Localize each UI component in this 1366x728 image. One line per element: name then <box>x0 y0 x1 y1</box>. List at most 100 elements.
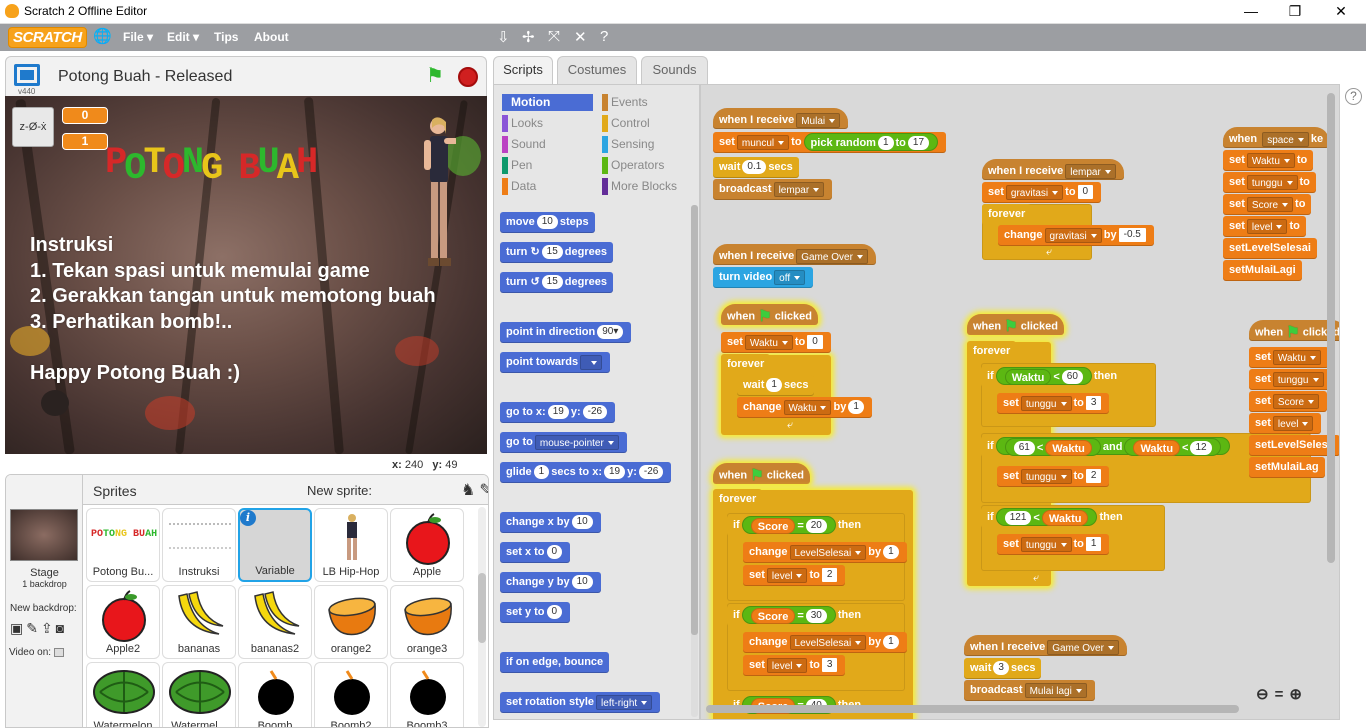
block-dropdown[interactable]: gravitasi <box>1044 227 1102 243</box>
block-input[interactable]: 1 <box>766 378 782 393</box>
block-input[interactable]: 61 <box>1013 441 1035 456</box>
reporter-equals[interactable]: Score = 30 <box>741 606 836 625</box>
hat-when-flag-clicked[interactable]: when ⚑ clicked <box>721 304 819 325</box>
sprite-library-icon[interactable]: ♞ <box>461 482 479 499</box>
globe-icon[interactable]: 🌐 <box>93 27 112 45</box>
block-input[interactable]: 3 <box>821 658 838 673</box>
restore-button[interactable]: ❐ <box>1272 0 1318 24</box>
block-forever[interactable]: forever <box>967 341 1017 362</box>
script-area[interactable]: when I receive Mulai set muncul to pick rand… <box>700 84 1340 720</box>
block-dropdown[interactable] <box>580 354 603 370</box>
block-dropdown[interactable]: lempar <box>773 181 825 197</box>
category-looks[interactable]: Looks <box>502 115 593 132</box>
reporter-variable[interactable]: Waktu <box>1133 440 1181 457</box>
block-set-var[interactable]: set level <box>1249 413 1322 434</box>
category-control[interactable]: Control <box>602 115 692 132</box>
category-more-blocks[interactable]: More Blocks <box>602 178 692 195</box>
block-input[interactable]: 15 <box>541 245 563 260</box>
block-set-var[interactable]: set Waktu to <box>1223 150 1314 171</box>
category-data[interactable]: Data <box>502 178 593 195</box>
block-input[interactable]: 0 <box>807 335 823 350</box>
hat-when-key-pressed[interactable]: when space ke <box>1223 127 1330 148</box>
block-wait[interactable]: wait 0.1 secs <box>713 157 799 178</box>
stop-icon[interactable] <box>458 67 478 87</box>
script-vertical-scrollbar[interactable] <box>1327 93 1335 563</box>
block-input[interactable]: 1 <box>883 635 899 650</box>
block-forever[interactable]: forever <box>721 354 771 375</box>
block-dropdown[interactable]: tunggu <box>1020 536 1072 552</box>
camera-icon[interactable]: ◙ <box>56 620 67 636</box>
block-change-x[interactable]: change x by 10 <box>500 512 601 533</box>
sprite-tile[interactable]: bananas2 <box>238 585 312 659</box>
block-change-var[interactable]: change LevelSelesai by 1 <box>743 632 907 653</box>
info-icon[interactable]: i <box>240 510 256 526</box>
block-set-var[interactable]: set tunggu to 2 <box>997 466 1110 487</box>
block-glide[interactable]: glide 1 secs to x: 19 y: -26 <box>500 462 672 483</box>
block-dropdown[interactable]: gravitasi <box>1005 184 1064 200</box>
cut-icon[interactable]: ✢ <box>522 28 535 46</box>
block-wait[interactable]: wait 1 secs <box>737 375 815 396</box>
block-input[interactable]: -26 <box>582 405 608 420</box>
block-input[interactable]: 1 <box>848 400 864 415</box>
block-input[interactable]: 17 <box>907 136 930 151</box>
shrink-icon[interactable]: ✕ <box>574 28 587 46</box>
category-sensing[interactable]: Sensing <box>602 136 692 153</box>
block-dropdown[interactable]: level <box>1246 218 1288 234</box>
block-input[interactable]: 12 <box>1190 441 1212 456</box>
block-input[interactable]: 0.1 <box>742 160 767 175</box>
block-input[interactable]: 30 <box>805 609 827 624</box>
block-input[interactable]: 90▾ <box>597 325 624 340</box>
grow-icon[interactable]: ⤧ <box>548 28 560 45</box>
block-dropdown[interactable]: tunggu <box>1246 174 1298 190</box>
block-input[interactable]: 15 <box>541 275 563 290</box>
block-dropdown[interactable]: Mulai <box>796 112 841 128</box>
zoom-reset-icon[interactable]: = <box>1275 686 1290 703</box>
hat-when-receive[interactable]: when I receive lempar <box>982 159 1124 180</box>
sprite-tile[interactable]: Watermelon <box>86 662 160 727</box>
block-set-var[interactable]: setMulaiLag <box>1249 457 1325 478</box>
block-dropdown[interactable]: Waktu <box>1246 152 1295 168</box>
block-input[interactable]: 121 <box>1004 511 1032 526</box>
menu-file[interactable]: File ▾ <box>123 30 153 44</box>
block-set-var[interactable]: set tunggu <box>1249 369 1332 390</box>
sprite-tile[interactable]: Boomb3 <box>390 662 464 727</box>
tab-sounds[interactable]: Sounds <box>641 56 708 84</box>
block-dropdown[interactable]: muncul <box>736 134 790 150</box>
block-input[interactable]: 10 <box>571 515 593 530</box>
block-input[interactable]: -0.5 <box>1118 228 1146 243</box>
block-input[interactable]: -26 <box>638 465 664 480</box>
stage-thumbnail[interactable] <box>10 509 78 561</box>
block-set-var[interactable]: setLevelSelesai <box>1223 238 1317 259</box>
sprite-tile[interactable]: Boomb2 <box>314 662 388 727</box>
block-input[interactable]: 19 <box>603 465 626 480</box>
category-motion[interactable]: Motion <box>502 94 593 111</box>
zoom-sprite[interactable]: z-Ø-ẋ <box>12 107 54 147</box>
minimize-button[interactable]: — <box>1228 0 1274 24</box>
block-set-var[interactable]: set tunggu to 1 <box>997 534 1110 555</box>
block-input[interactable]: 20 <box>805 519 827 534</box>
video-checkbox[interactable] <box>54 648 65 657</box>
reporter-variable[interactable]: Waktu <box>1041 510 1089 527</box>
block-set-var[interactable]: set tunggu to <box>1223 172 1316 193</box>
block-dropdown[interactable]: Game Over <box>1047 639 1119 655</box>
block-goto-xy[interactable]: go to x: 19 y: -26 <box>500 402 616 423</box>
block-set-y[interactable]: set y to 0 <box>500 602 571 623</box>
reporter-pick-random[interactable]: pick random 1 to 17 <box>803 133 939 152</box>
sprite-tile[interactable]: POTONG BUAH Potong Bu... <box>86 508 160 582</box>
block-set-var[interactable]: set Waktu <box>1249 347 1329 368</box>
block-set-x[interactable]: set x to 0 <box>500 542 571 563</box>
block-broadcast[interactable]: broadcast Mulai lagi <box>964 680 1095 701</box>
block-broadcast[interactable]: broadcast lempar <box>713 179 833 200</box>
upload-icon[interactable]: ⇪ <box>41 620 56 636</box>
block-goto[interactable]: go to mouse-pointer <box>500 432 627 453</box>
block-dropdown[interactable]: level <box>766 657 808 673</box>
block-input[interactable]: 1 <box>883 545 899 560</box>
project-title[interactable]: Potong Buah - Released <box>58 68 232 86</box>
sprite-tile[interactable]: Boomb <box>238 662 312 727</box>
block-if[interactable]: if 61 < Waktu and Waktu <12 <box>981 436 1238 457</box>
block-dropdown[interactable]: Waktu <box>744 334 793 350</box>
reporter-less-than[interactable]: 61 < Waktu <box>1004 438 1101 457</box>
block-dropdown[interactable]: Mulai lagi <box>1024 682 1087 698</box>
block-wait[interactable]: wait 3 secs <box>964 658 1042 679</box>
block-set-var[interactable]: set Score to <box>1223 194 1312 215</box>
